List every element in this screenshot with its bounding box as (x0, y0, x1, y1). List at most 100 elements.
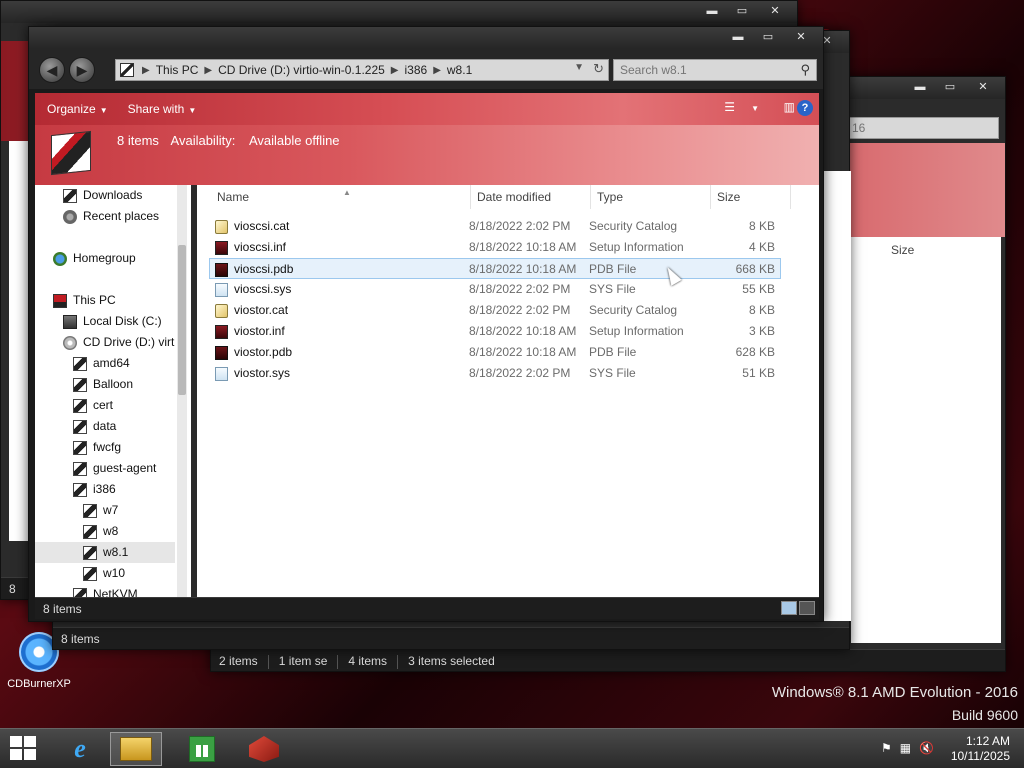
nav-item-label: NetKVM (93, 587, 138, 597)
forward-button[interactable]: ▶ (69, 57, 95, 83)
nav-item-this-pc[interactable]: This PC (53, 290, 116, 311)
nav-item-balloon[interactable]: Balloon (73, 374, 133, 395)
nav-pane-scrollbar[interactable] (177, 185, 187, 597)
availability-value: Available offline (248, 133, 340, 148)
title-bar[interactable]: ▬ ▭ ✕ (1, 1, 797, 23)
file-row[interactable]: viostor.sys 8/18/2022 2:02 PM SYS File 5… (209, 363, 781, 384)
column-header-size[interactable]: Size (711, 185, 791, 209)
size-column-header[interactable]: Size (891, 243, 914, 257)
location-icon (120, 63, 134, 77)
volume-muted-icon[interactable]: 🔇 (919, 741, 934, 755)
file-name: vioscsi.sys (234, 282, 292, 296)
nav-item-fwcfg[interactable]: fwcfg (73, 437, 121, 458)
nav-item-amd64[interactable]: amd64 (73, 353, 130, 374)
nav-item-label: w8 (103, 524, 119, 538)
share-with-menu[interactable]: Share with ▼ (116, 102, 205, 116)
nav-item-downloads[interactable]: Downloads (63, 185, 142, 206)
organize-menu[interactable]: Organize ▼ (35, 102, 116, 116)
address-history-dropdown-icon[interactable]: ▼ (574, 62, 584, 73)
folder-icon (73, 440, 87, 455)
taskbar-box-app[interactable] (238, 732, 290, 766)
close-button[interactable]: ✕ (967, 79, 999, 95)
maximize-button[interactable]: ▭ (729, 3, 755, 19)
close-button[interactable]: ✕ (785, 29, 817, 45)
view-options-dropdown-icon[interactable]: ▼ (751, 104, 759, 113)
nav-item-label: cert (93, 398, 114, 412)
large-icons-view-icon[interactable] (799, 601, 815, 615)
nav-item-homegroup[interactable]: Homegroup (53, 248, 136, 269)
nav-item-guest-agent[interactable]: guest-agent (73, 458, 156, 479)
file-row[interactable]: viostor.pdb 8/18/2022 10:18 AM PDB File … (209, 342, 781, 363)
file-row[interactable]: vioscsi.sys 8/18/2022 2:02 PM SYS File 5… (209, 279, 781, 300)
desktop-icon-label: CDBurnerXP (7, 678, 71, 690)
nav-item-cd-drive[interactable]: CD Drive (D:) virt (63, 332, 174, 353)
search-input[interactable] (620, 63, 790, 77)
nav-item-data[interactable]: data (73, 416, 116, 437)
file-size: 4 KB (748, 240, 775, 254)
search-icon[interactable]: ⚲ (800, 60, 810, 80)
file-row-selected[interactable]: vioscsi.pdb 8/18/2022 10:18 AM PDB File … (209, 258, 781, 279)
file-row[interactable]: viostor.inf 8/18/2022 10:18 AM Setup Inf… (209, 321, 781, 342)
chevron-right-icon: ▶ (390, 64, 399, 76)
change-view-icon[interactable]: ☰ (724, 100, 735, 114)
search-box[interactable]: 16 (847, 117, 999, 139)
file-row[interactable]: vioscsi.inf 8/18/2022 10:18 AM Setup Inf… (209, 237, 781, 258)
nav-item-w8[interactable]: w8 (83, 521, 118, 542)
nav-item-label: w10 (103, 566, 126, 580)
clock-date: 10/11/2025 (950, 749, 1010, 763)
nav-item-cert[interactable]: cert (73, 395, 113, 416)
taskbar-store[interactable] (176, 732, 228, 766)
minimize-button[interactable]: ▬ (699, 3, 725, 19)
folder-icon (83, 545, 97, 560)
breadcrumb-this-pc[interactable]: This PC (156, 63, 199, 77)
taskbar-file-explorer[interactable] (110, 732, 162, 766)
file-type: Setup Information (589, 324, 684, 338)
nav-item-local-disk[interactable]: Local Disk (C:) (63, 311, 162, 332)
maximize-button[interactable]: ▭ (937, 79, 963, 95)
clock[interactable]: 1:12 AM 10/11/2025 (951, 734, 1010, 764)
file-row[interactable]: viostor.cat 8/18/2022 2:02 PM Security C… (209, 300, 781, 321)
breadcrumb-i386[interactable]: i386 (405, 63, 428, 77)
scrollbar-thumb[interactable] (178, 245, 186, 395)
start-button[interactable] (10, 736, 38, 762)
action-center-flag-icon[interactable]: ⚑ (881, 741, 892, 755)
preview-pane-icon[interactable]: ▥ (784, 100, 795, 114)
status-bar: 8 items (35, 597, 819, 619)
back-button[interactable]: ◀ (39, 57, 65, 83)
file-size: 8 KB (748, 219, 775, 233)
help-icon[interactable]: ? (797, 100, 813, 116)
file-row[interactable]: vioscsi.cat 8/18/2022 2:02 PM Security C… (209, 216, 781, 237)
refresh-icon[interactable]: ↻ (593, 61, 604, 77)
column-header-name[interactable]: ▲ Name (211, 185, 471, 209)
breadcrumb-cd-drive[interactable]: CD Drive (D:) virtio-win-0.1.225 (218, 63, 385, 77)
folder-icon (63, 188, 77, 203)
file-size: 8 KB (748, 303, 775, 317)
column-header-type[interactable]: Type (591, 185, 711, 209)
explorer-window[interactable]: ▬ ▭ ✕ ◀ ▶ ▶ This PC ▶ CD Drive (D:) virt… (28, 26, 824, 622)
file-name: viostor.pdb (234, 345, 293, 359)
nav-item-netkvm[interactable]: NetKVM (73, 584, 138, 597)
title-bar[interactable]: ▬ ▭ ✕ (29, 27, 823, 49)
breadcrumb-w8-1[interactable]: w8.1 (447, 63, 472, 77)
minimize-button[interactable]: ▬ (725, 29, 751, 45)
nav-item-recent-places[interactable]: Recent places (63, 206, 159, 227)
status-bar: 8 items (53, 627, 849, 649)
search-box[interactable]: ⚲ (613, 59, 817, 81)
nav-item-w10[interactable]: w10 (83, 563, 125, 584)
taskbar-internet-explorer[interactable]: e (54, 732, 106, 766)
nav-item-w8-1[interactable]: w8.1 (35, 542, 175, 563)
close-button[interactable]: ✕ (759, 3, 791, 19)
nav-item-i386[interactable]: i386 (73, 479, 116, 500)
network-icon[interactable]: ▦ (900, 741, 911, 755)
folder-icon (73, 419, 87, 434)
file-size: 55 KB (742, 282, 775, 296)
maximize-button[interactable]: ▭ (755, 29, 781, 45)
recent-places-icon (63, 209, 77, 224)
column-header-date-modified[interactable]: Date modified (471, 185, 591, 209)
nav-item-label: This PC (73, 293, 116, 307)
minimize-button[interactable]: ▬ (907, 79, 933, 95)
address-bar[interactable]: ▶ This PC ▶ CD Drive (D:) virtio-win-0.1… (115, 59, 609, 81)
details-view-icon[interactable] (781, 601, 797, 615)
back-arrow-icon: ◀ (46, 62, 58, 78)
nav-item-w7[interactable]: w7 (83, 500, 118, 521)
